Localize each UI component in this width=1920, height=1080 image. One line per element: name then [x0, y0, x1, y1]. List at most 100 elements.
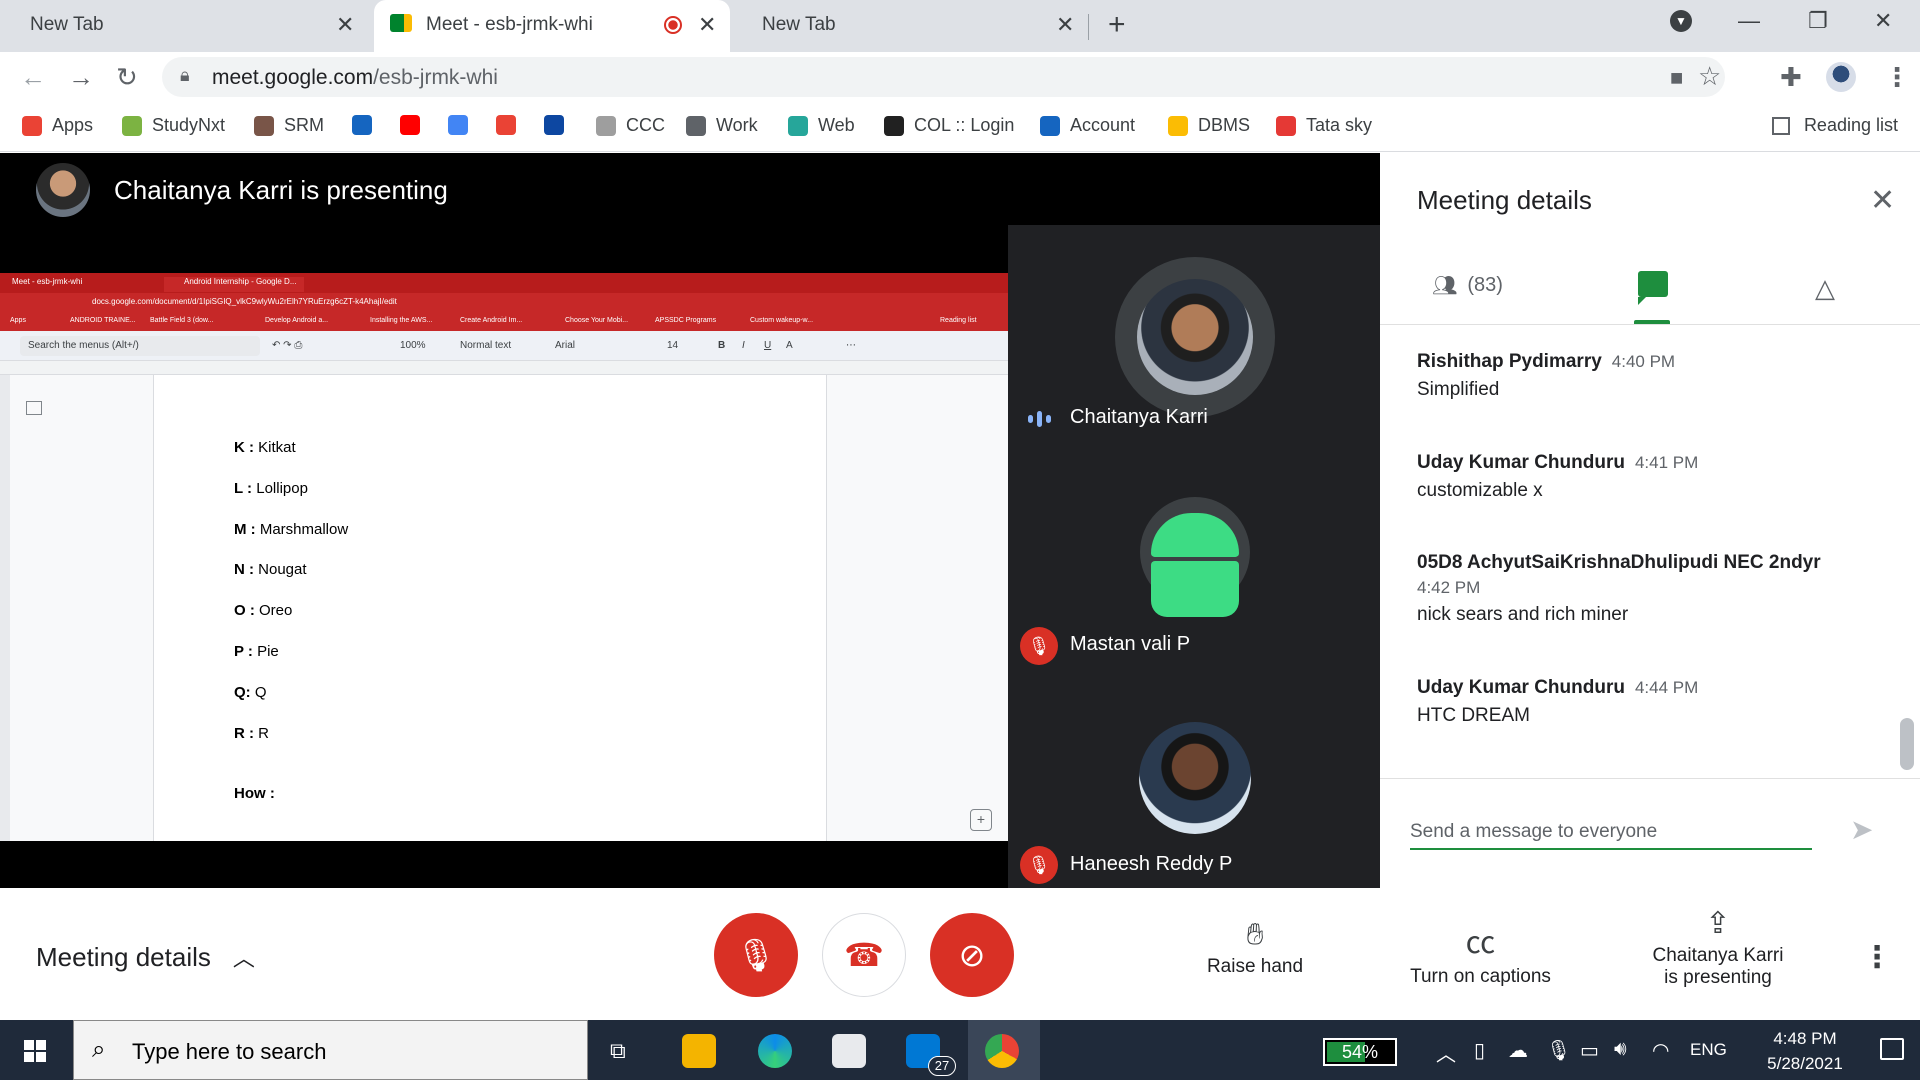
windows-start-icon[interactable]	[24, 1040, 46, 1062]
clock[interactable]: 4:48 PM 5/28/2021	[1745, 1026, 1865, 1076]
microphone-icon[interactable]: 🎙︎	[1546, 1038, 1571, 1063]
bookmark-icon	[884, 115, 904, 136]
notifications-icon[interactable]	[1880, 1038, 1904, 1060]
bookmark-item[interactable]	[496, 115, 526, 135]
browser-tab-meet[interactable]: Meet - esb-jrmk-whi ✕	[374, 0, 730, 52]
bookmark-item[interactable]: DBMS	[1168, 115, 1250, 136]
bookmark-icon	[122, 115, 142, 136]
mic-off-icon: 🎙︎	[1020, 846, 1058, 884]
bookmark-item[interactable]: StudyNxt	[122, 115, 225, 136]
new-tab-button[interactable]: +	[1108, 8, 1126, 42]
reading-list-button[interactable]: Reading list	[1771, 115, 1898, 136]
shared-tab: Meet - esb-jrmk-whi	[12, 277, 83, 286]
camera-toggle-button[interactable]: ⊘	[930, 913, 1014, 997]
bookmark-item[interactable]: CCC	[596, 115, 665, 136]
docs-font-size: 14	[667, 340, 679, 351]
doc-line-value: Kitkat	[254, 439, 296, 456]
close-icon[interactable]: ✕	[336, 12, 354, 38]
minimize-icon[interactable]: —	[1738, 8, 1760, 34]
bookmark-item[interactable]: SRM	[254, 115, 324, 136]
shared-bookmark: Apps	[10, 317, 26, 324]
reload-icon[interactable]: ↻	[116, 62, 138, 93]
present-button[interactable]: ⇪ Chaitanya Karri is presenting	[1630, 906, 1806, 989]
file-explorer-icon[interactable]	[682, 1034, 716, 1068]
message-text: nick sears and rich miner	[1417, 604, 1629, 625]
edge-icon[interactable]	[758, 1034, 792, 1068]
close-icon[interactable]: ✕	[1056, 12, 1074, 38]
address-bar[interactable]: 🔒︎ meet.google.com/esb-jrmk-whi ■ ☆	[162, 57, 1725, 97]
extensions-icon[interactable]: ✚	[1780, 62, 1802, 93]
close-icon[interactable]: ✕	[1870, 183, 1895, 218]
docs-canvas: K : Kitkat L : Lollipop M : Marshmallow N :…	[0, 375, 1008, 841]
bookmark-item[interactable]	[352, 115, 382, 135]
forward-icon[interactable]: →	[68, 62, 94, 93]
doc-line: R : R	[234, 725, 269, 742]
window-close-icon[interactable]: ✕	[1874, 8, 1892, 34]
docs-toolbar: Search the menus (Alt+/) ↶ ↷ ⎙ 100% Norm…	[0, 331, 1008, 361]
android-body	[1151, 561, 1239, 617]
browser-tab-newtab-1[interactable]: New Tab ✕	[0, 0, 370, 52]
bookmark-item[interactable]: Account	[1040, 115, 1135, 136]
camera-icon[interactable]: ■	[1670, 65, 1683, 91]
battery-indicator[interactable]: 54%	[1323, 1038, 1397, 1066]
bookmark-item[interactable]: Tata sky	[1276, 115, 1372, 136]
bookmark-item[interactable]: Apps	[22, 115, 93, 136]
participant-name: Haneesh Reddy P	[1070, 853, 1233, 875]
tab-people[interactable]: 👥︎ (83)	[1432, 273, 1503, 298]
chevron-up-icon[interactable]: ︿	[1436, 1038, 1456, 1067]
bookmark-item[interactable]: Web	[788, 115, 855, 136]
browser-tab-newtab-2[interactable]: New Tab ✕	[732, 0, 1088, 52]
mic-off-icon: 🎙︎	[1020, 627, 1058, 665]
leave-call-button[interactable]: ☎︎	[822, 913, 906, 997]
raise-hand-label: Raise hand	[1206, 956, 1304, 977]
onedrive-icon[interactable]: ☁	[1508, 1038, 1528, 1063]
send-icon[interactable]: ➤	[1850, 813, 1873, 846]
profile-avatar[interactable]	[1826, 62, 1856, 92]
raise-hand-button[interactable]: ✋︎ Raise hand	[1195, 918, 1315, 978]
more-options-icon[interactable]: ⋮	[1862, 940, 1892, 975]
message-sender-line: Uday Kumar Chunduru 4:44 PM	[1417, 677, 1699, 698]
text-color-icon: A	[786, 340, 793, 351]
undo-icon: ↶ ↷ ⎙	[272, 340, 303, 351]
bookmark-icon	[448, 115, 468, 135]
bookmark-item[interactable]	[544, 115, 574, 135]
bookmark-label: Tata sky	[1306, 115, 1373, 135]
task-view-icon[interactable]: ⧉	[610, 1038, 626, 1064]
back-icon[interactable]: ←	[20, 62, 46, 93]
chat-scrollbar[interactable]	[1900, 718, 1914, 770]
chat-icon[interactable]	[1638, 271, 1668, 305]
meeting-details-button[interactable]: Meeting details ︿	[36, 941, 255, 973]
present-screen-icon: ⇪	[1705, 907, 1731, 940]
captions-button[interactable]: ㏄ Turn on captions	[1393, 918, 1568, 988]
bookmark-item[interactable]	[448, 115, 478, 135]
doc-line: P : Pie	[234, 643, 279, 660]
bookmark-icon	[400, 115, 420, 135]
message-text: customizable x	[1417, 480, 1543, 501]
close-icon[interactable]: ✕	[698, 12, 716, 38]
bookmark-item[interactable]: Work	[686, 115, 758, 136]
lock-icon[interactable]: 🔒︎	[180, 65, 190, 86]
device-icon[interactable]: ▯	[1474, 1038, 1485, 1063]
volume-icon[interactable]: 🔊︎	[1614, 1038, 1627, 1061]
wifi-icon[interactable]: ◠	[1652, 1038, 1669, 1063]
bookmark-item[interactable]: COL :: Login	[884, 115, 1014, 136]
windows-taskbar: ⌕ Type here to search ⧉ 27 54% ︿ ▯ ☁ 🎙︎ …	[0, 1020, 1920, 1080]
menu-icon[interactable]: ⋮	[1884, 62, 1910, 93]
bold-icon: B	[718, 340, 726, 351]
battery-icon[interactable]: ▭	[1580, 1038, 1599, 1063]
chat-message-input[interactable]	[1410, 816, 1812, 850]
bookmark-star-icon[interactable]: ☆	[1698, 61, 1721, 92]
microphone-toggle-button[interactable]: 🎙︎	[714, 913, 798, 997]
activities-icon[interactable]: △	[1815, 273, 1835, 304]
doc-line-value: Q	[250, 684, 267, 701]
taskbar-search[interactable]: ⌕ Type here to search	[73, 1020, 588, 1080]
store-icon[interactable]	[832, 1034, 866, 1068]
participant-name: Mastan vali P	[1070, 633, 1191, 655]
meet-controls-bar: Meeting details ︿ 🎙︎ ☎︎ ⊘ ✋︎ Raise hand …	[0, 888, 1920, 1020]
shared-bookmark: ANDROID TRAINE...	[70, 317, 136, 324]
tab-search-icon[interactable]: ▼	[1670, 10, 1692, 32]
language-indicator[interactable]: ENG	[1690, 1040, 1727, 1060]
restore-icon[interactable]: ❐	[1808, 8, 1828, 34]
doc-line-value: Pie	[252, 643, 279, 660]
bookmark-item[interactable]	[400, 115, 430, 135]
